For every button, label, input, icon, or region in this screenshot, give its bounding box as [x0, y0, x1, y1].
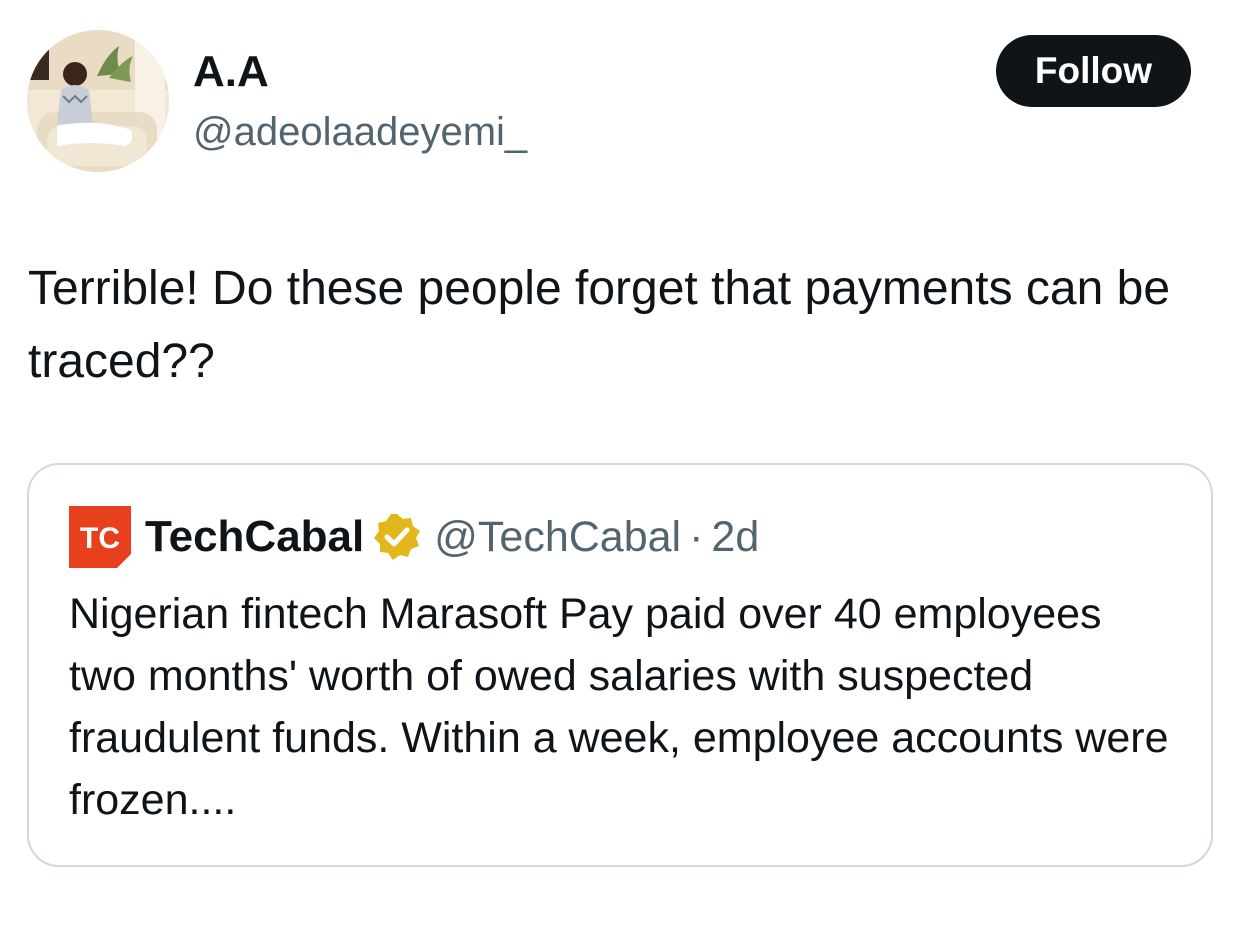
quoted-tweet-text: Nigerian fintech Marasoft Pay paid over …	[69, 590, 1169, 824]
follow-button[interactable]: Follow	[996, 35, 1191, 107]
gold-verified-badge-icon[interactable]	[372, 512, 422, 562]
quoted-author-name[interactable]: TechCabal	[145, 512, 364, 562]
header-separator: ·	[689, 512, 704, 561]
profile-photo-icon	[27, 30, 169, 172]
quoted-timestamp[interactable]: 2d	[711, 513, 759, 562]
author-handle[interactable]: @adeolaadeyemi_	[193, 106, 527, 158]
quoted-author-handle[interactable]: @TechCabal	[434, 513, 681, 562]
techcabal-logo-icon[interactable]: TC	[69, 506, 131, 568]
svg-text:TC: TC	[80, 522, 120, 555]
tweet-text: Terrible! Do these people forget that pa…	[28, 262, 1171, 388]
author-avatar[interactable]	[27, 30, 169, 172]
author-name[interactable]: A.A	[193, 44, 269, 100]
quoted-tweet-card[interactable]: TC TechCabal @TechCabal · 2d Nigerian fi…	[27, 463, 1213, 867]
quoted-tweet-header: TC TechCabal @TechCabal · 2d	[69, 505, 759, 569]
